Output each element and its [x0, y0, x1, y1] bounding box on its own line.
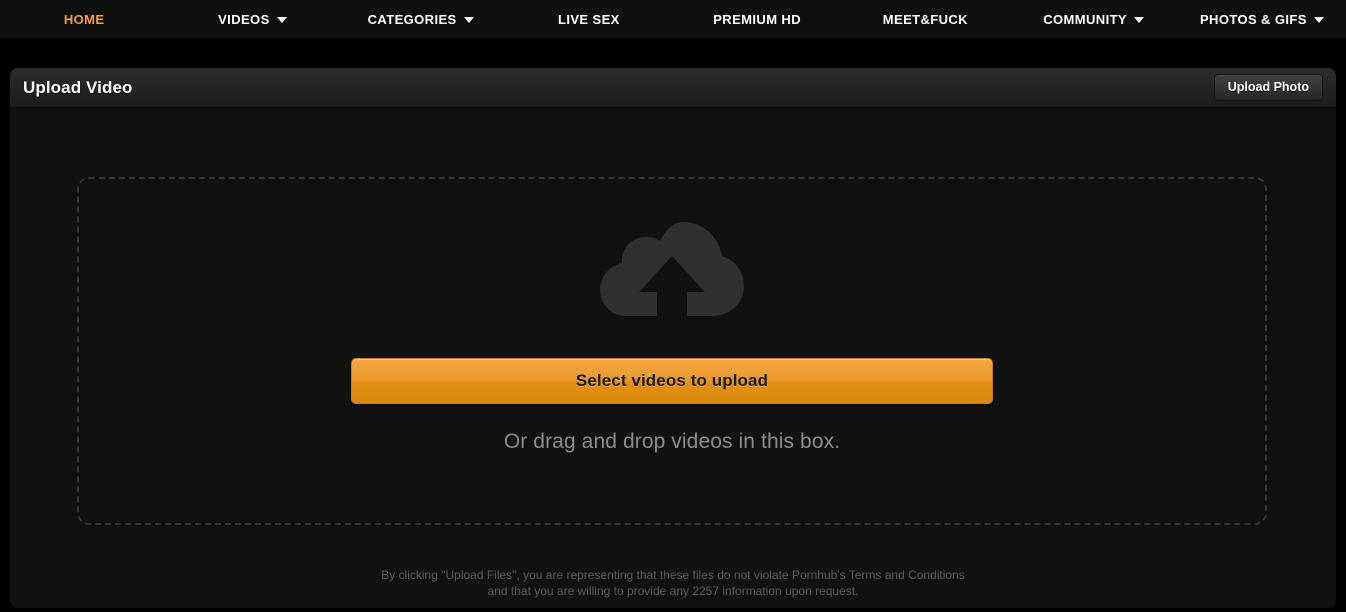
panel-header: Upload Video Upload Photo — [10, 68, 1336, 108]
nav-item-videos[interactable]: VIDEOS — [168, 0, 336, 38]
upload-photo-button[interactable]: Upload Photo — [1213, 73, 1323, 102]
chevron-down-icon — [463, 17, 474, 23]
upload-disclaimer: By clicking "Upload Files", you are repr… — [10, 567, 1336, 599]
disclaimer-line-1: By clicking "Upload Files", you are repr… — [381, 568, 965, 582]
chevron-down-icon — [276, 17, 287, 23]
drag-and-drop-hint: Or drag and drop videos in this box. — [503, 430, 841, 453]
nav-item-label: PHOTOS & GIFS — [1199, 11, 1307, 27]
cloud-upload-icon — [600, 222, 744, 316]
nav-item-community[interactable]: COMMUNITY — [1010, 0, 1178, 38]
nav-item-live-sex[interactable]: LIVE SEX — [505, 0, 673, 38]
panel-body: Select videos to upload Or drag and drop… — [10, 108, 1336, 607]
nav-item-categories[interactable]: CATEGORIES — [337, 0, 505, 38]
video-dropzone[interactable]: Select videos to upload Or drag and drop… — [77, 177, 1267, 525]
nav-item-label: VIDEOS — [218, 11, 270, 27]
nav-item-label: CATEGORIES — [367, 11, 457, 27]
select-videos-to-upload-button[interactable]: Select videos to upload — [351, 358, 993, 404]
chevron-down-icon — [1313, 17, 1324, 23]
upload-video-panel: Upload Video Upload Photo Select videos … — [10, 68, 1336, 608]
top-navigation-bar: HOME VIDEOS CATEGORIES LIVE SEX PREMIUM … — [0, 0, 1346, 38]
nav-item-label: HOME — [63, 11, 105, 27]
nav-item-home[interactable]: HOME — [0, 0, 168, 38]
nav-item-meet-and-fuck[interactable]: MEET&FUCK — [841, 0, 1009, 38]
nav-item-premium-hd[interactable]: PREMIUM HD — [673, 0, 841, 38]
nav-item-label: PREMIUM HD — [713, 11, 802, 27]
nav-item-label: LIVE SEX — [558, 11, 620, 27]
nav-separator-band — [0, 38, 1346, 68]
nav-item-label: MEET&FUCK — [882, 11, 968, 27]
page-title: Upload Video — [23, 77, 133, 97]
nav-item-label: COMMUNITY — [1043, 11, 1127, 27]
chevron-down-icon — [1134, 17, 1144, 23]
disclaimer-line-2: and that you are willing to provide any … — [487, 584, 859, 598]
nav-item-photos-and-gifs[interactable]: PHOTOS & GIFS — [1178, 0, 1346, 38]
